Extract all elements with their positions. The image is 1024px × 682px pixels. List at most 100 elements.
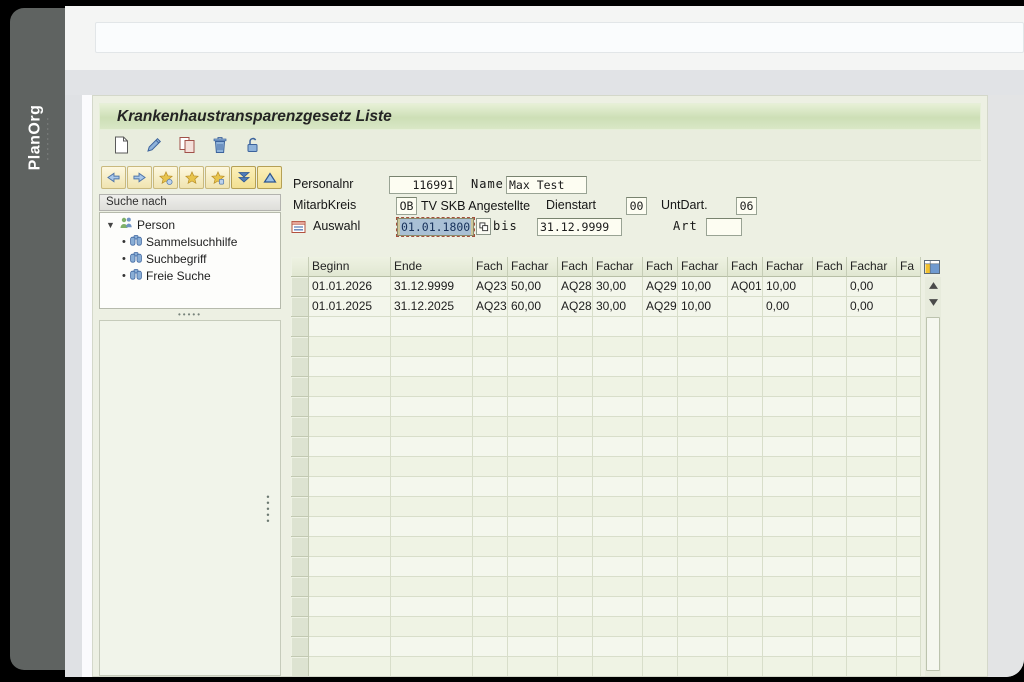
unlock-icon[interactable] xyxy=(243,135,263,155)
grid-cell[interactable] xyxy=(763,397,813,417)
grid-cell[interactable] xyxy=(643,537,678,557)
grid-row-selector[interactable] xyxy=(291,477,309,497)
grid-cell[interactable] xyxy=(558,597,593,617)
grid-cell[interactable] xyxy=(473,497,508,517)
grid-cell[interactable] xyxy=(508,517,558,537)
grid-cell[interactable] xyxy=(847,457,897,477)
grid-cell[interactable] xyxy=(813,417,847,437)
grid-cell[interactable] xyxy=(813,457,847,477)
grid-cell[interactable] xyxy=(473,397,508,417)
grid-cell[interactable] xyxy=(391,417,473,437)
grid-cell[interactable]: AQ28 xyxy=(558,277,593,297)
grid-cell[interactable] xyxy=(813,537,847,557)
grid-row-selector[interactable] xyxy=(291,337,309,357)
grid-cell[interactable] xyxy=(728,377,763,397)
grid-cell[interactable] xyxy=(678,617,728,637)
grid-cell[interactable] xyxy=(309,477,391,497)
grid-cell[interactable] xyxy=(763,597,813,617)
tree-expand-icon[interactable]: ▼ xyxy=(106,220,115,230)
grid-cell[interactable] xyxy=(763,577,813,597)
grid-cell[interactable] xyxy=(728,357,763,377)
grid-cell[interactable] xyxy=(643,497,678,517)
grid-cell[interactable] xyxy=(678,337,728,357)
grid-cell[interactable] xyxy=(593,557,643,577)
grid-cell[interactable] xyxy=(643,517,678,537)
grid-cell[interactable] xyxy=(678,477,728,497)
grid-cell[interactable] xyxy=(309,417,391,437)
grid-cell[interactable] xyxy=(391,657,473,676)
grid-cell[interactable] xyxy=(847,317,897,337)
grid-cell[interactable] xyxy=(897,317,921,337)
grid-cell[interactable] xyxy=(678,517,728,537)
grid-cell[interactable] xyxy=(593,617,643,637)
grid-cell[interactable] xyxy=(847,397,897,417)
grid-cell[interactable] xyxy=(897,297,921,317)
grid-cell[interactable] xyxy=(813,517,847,537)
grid-cell[interactable] xyxy=(558,557,593,577)
grid-cell[interactable] xyxy=(813,277,847,297)
grid-cell[interactable] xyxy=(593,537,643,557)
grid-cell[interactable] xyxy=(763,637,813,657)
grid-cell[interactable] xyxy=(813,597,847,617)
favorite-icon[interactable] xyxy=(179,166,204,189)
grid-cell[interactable] xyxy=(643,597,678,617)
grid-cell[interactable] xyxy=(813,577,847,597)
grid-cell[interactable] xyxy=(813,477,847,497)
scroll-up-icon[interactable] xyxy=(925,277,941,294)
grid-cell[interactable] xyxy=(391,477,473,497)
grid-cell[interactable] xyxy=(643,377,678,397)
grid-cell[interactable] xyxy=(897,457,921,477)
grid-cell[interactable] xyxy=(847,477,897,497)
grid-cell[interactable] xyxy=(309,437,391,457)
grid-cell[interactable] xyxy=(558,537,593,557)
grid-cell[interactable]: 0,00 xyxy=(847,297,897,317)
grid-cell[interactable]: 0,00 xyxy=(847,277,897,297)
grid-cell[interactable] xyxy=(593,517,643,537)
grid-cell[interactable] xyxy=(391,317,473,337)
grid-cell[interactable] xyxy=(391,437,473,457)
grid-cell[interactable] xyxy=(728,337,763,357)
grid-cell[interactable] xyxy=(897,377,921,397)
grid-column-header[interactable]: Fachar xyxy=(763,257,813,277)
grid-cell[interactable] xyxy=(763,517,813,537)
grid-cell[interactable] xyxy=(473,597,508,617)
grid-cell[interactable] xyxy=(508,557,558,577)
dienstart-field[interactable]: 00 xyxy=(626,197,647,215)
grid-cell[interactable] xyxy=(473,637,508,657)
grid-cell[interactable] xyxy=(897,557,921,577)
grid-cell[interactable] xyxy=(473,357,508,377)
grid-cell[interactable] xyxy=(728,637,763,657)
grid-cell[interactable]: 60,00 xyxy=(508,297,558,317)
grid-cell[interactable] xyxy=(593,397,643,417)
grid-cell[interactable] xyxy=(643,337,678,357)
grid-cell[interactable] xyxy=(473,557,508,577)
grid-row-selector[interactable] xyxy=(291,397,309,417)
grid-cell[interactable] xyxy=(558,497,593,517)
grid-cell[interactable] xyxy=(558,357,593,377)
grid-cell[interactable] xyxy=(813,317,847,337)
grid-cell[interactable] xyxy=(391,397,473,417)
grid-cell[interactable] xyxy=(897,337,921,357)
grid-cell[interactable] xyxy=(678,317,728,337)
grid-cell[interactable] xyxy=(309,377,391,397)
grid-cell[interactable] xyxy=(813,337,847,357)
grid-cell[interactable]: AQ28 xyxy=(558,297,593,317)
grid-cell[interactable] xyxy=(678,557,728,577)
grid-cell[interactable] xyxy=(473,417,508,437)
grid-cell[interactable] xyxy=(813,557,847,577)
grid-cell[interactable] xyxy=(593,357,643,377)
grid-cell[interactable] xyxy=(508,337,558,357)
grid-cell[interactable] xyxy=(558,577,593,597)
grid-cell[interactable] xyxy=(558,417,593,437)
grid-cell[interactable] xyxy=(309,557,391,577)
grid-cell[interactable] xyxy=(508,417,558,437)
grid-cell[interactable] xyxy=(309,657,391,676)
grid-cell[interactable] xyxy=(847,497,897,517)
grid-cell[interactable] xyxy=(309,637,391,657)
grid-cell[interactable] xyxy=(593,417,643,437)
grid-column-header[interactable]: Fach xyxy=(728,257,763,277)
grid-row-selector[interactable] xyxy=(291,497,309,517)
grid-cell[interactable] xyxy=(728,557,763,577)
grid-column-header[interactable]: Fachar xyxy=(593,257,643,277)
grid-cell[interactable] xyxy=(473,337,508,357)
